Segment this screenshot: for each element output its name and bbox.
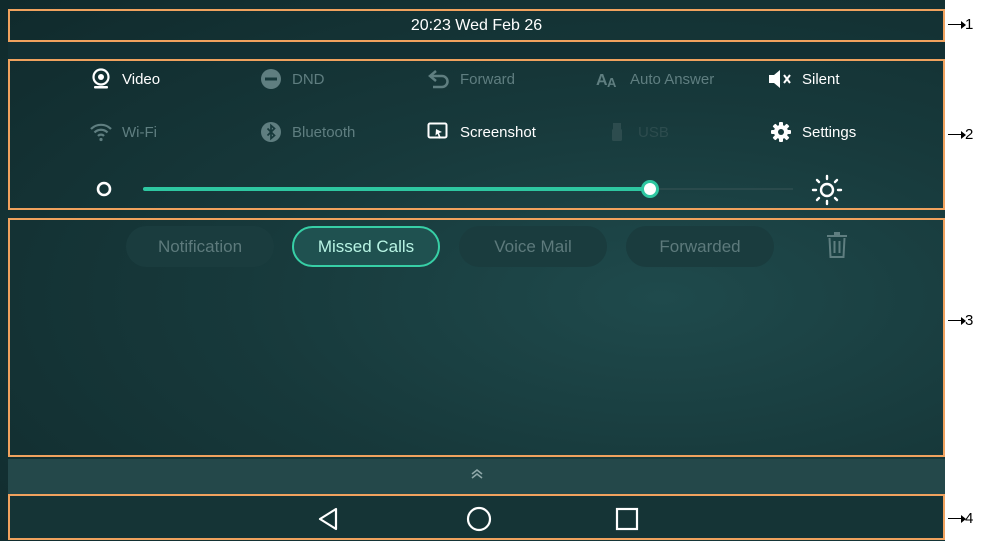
toggle-label: DND <box>292 70 325 88</box>
phone-screen: 20:23 Wed Feb 26 Video DND Forward AA Au… <box>0 0 945 541</box>
dnd-icon <box>258 66 284 92</box>
callout-label: 3 <box>965 312 974 329</box>
toggle-label: Silent <box>802 70 840 88</box>
brightness-slider[interactable] <box>143 180 793 198</box>
screenshot-icon <box>426 119 452 145</box>
brightness-row <box>10 174 943 206</box>
tab-label: Forwarded <box>659 236 741 256</box>
status-divider-strip <box>8 42 945 59</box>
toggle-bluetooth[interactable]: Bluetooth <box>258 119 355 145</box>
webcam-icon <box>88 66 114 92</box>
brightness-slider-fill <box>143 187 650 191</box>
tab-label: Notification <box>157 236 243 256</box>
brightness-slider-knob[interactable] <box>641 180 659 198</box>
tab-label: Voice Mail <box>494 236 572 256</box>
navigation-bar <box>8 494 945 540</box>
auto-answer-icon: AA <box>596 66 622 92</box>
toggle-label: Wi-Fi <box>122 123 157 141</box>
collapse-handle[interactable] <box>8 459 945 494</box>
callout-arrow <box>948 21 966 28</box>
toggle-dnd[interactable]: DND <box>258 66 325 92</box>
callout-label: 4 <box>965 510 974 527</box>
callout-arrow <box>948 317 966 324</box>
recents-square-icon[interactable] <box>615 506 639 537</box>
home-circle-icon[interactable] <box>466 506 492 537</box>
callout-label: 1 <box>965 16 974 33</box>
toggle-label: Video <box>122 70 161 88</box>
callout-1: 1 <box>948 16 973 33</box>
toggle-label: Auto Answer <box>630 70 715 88</box>
callout-3: 3 <box>948 312 973 329</box>
toggle-label: Screenshot <box>460 123 536 141</box>
toggle-wifi[interactable]: Wi-Fi <box>88 119 157 145</box>
callout-arrow <box>948 515 966 522</box>
bluetooth-icon <box>258 119 284 145</box>
svg-text:A: A <box>607 75 617 90</box>
tab-forwarded[interactable]: Forwarded <box>626 226 774 267</box>
status-bar: 20:23 Wed Feb 26 <box>8 9 945 42</box>
back-triangle-icon[interactable] <box>316 506 340 537</box>
trash-icon[interactable] <box>826 232 848 263</box>
toggle-auto-answer[interactable]: AA Auto Answer <box>596 66 714 92</box>
toggle-silent[interactable]: Silent <box>768 66 840 92</box>
status-datetime: 20:23 Wed Feb 26 <box>410 16 543 34</box>
callout-arrow <box>948 131 966 138</box>
toggle-label: Settings <box>802 123 857 141</box>
tab-missed-calls[interactable]: Missed Calls <box>292 226 440 267</box>
tab-notification[interactable]: Notification <box>126 226 274 267</box>
toggle-label: Bluetooth <box>292 123 356 141</box>
wifi-icon <box>88 119 114 145</box>
speaker-muted-icon <box>768 66 794 92</box>
callout-2: 2 <box>948 126 973 143</box>
notification-panel: Notification Missed Calls Voice Mail For… <box>8 218 945 457</box>
double-chevron-up-icon <box>469 467 485 486</box>
toggle-screenshot[interactable]: Screenshot <box>426 119 536 145</box>
gear-icon <box>768 119 794 145</box>
sun-icon <box>811 174 843 211</box>
toggle-video[interactable]: Video <box>88 66 160 92</box>
callout-label: 2 <box>965 126 974 143</box>
toggle-label: Forward <box>460 70 516 88</box>
usb-icon <box>604 119 630 145</box>
callout-4: 4 <box>948 510 973 527</box>
forward-arrow-icon <box>426 66 452 92</box>
toggle-usb[interactable]: USB <box>604 119 669 145</box>
tab-label: Missed Calls <box>317 236 415 256</box>
circle-outline-icon <box>95 180 113 203</box>
quick-settings-panel: Video DND Forward AA Auto Answer Silent <box>8 59 945 210</box>
toggle-settings[interactable]: Settings <box>768 119 856 145</box>
toggle-label: USB <box>638 123 669 141</box>
tab-voice-mail[interactable]: Voice Mail <box>459 226 607 267</box>
toggle-forward[interactable]: Forward <box>426 66 515 92</box>
